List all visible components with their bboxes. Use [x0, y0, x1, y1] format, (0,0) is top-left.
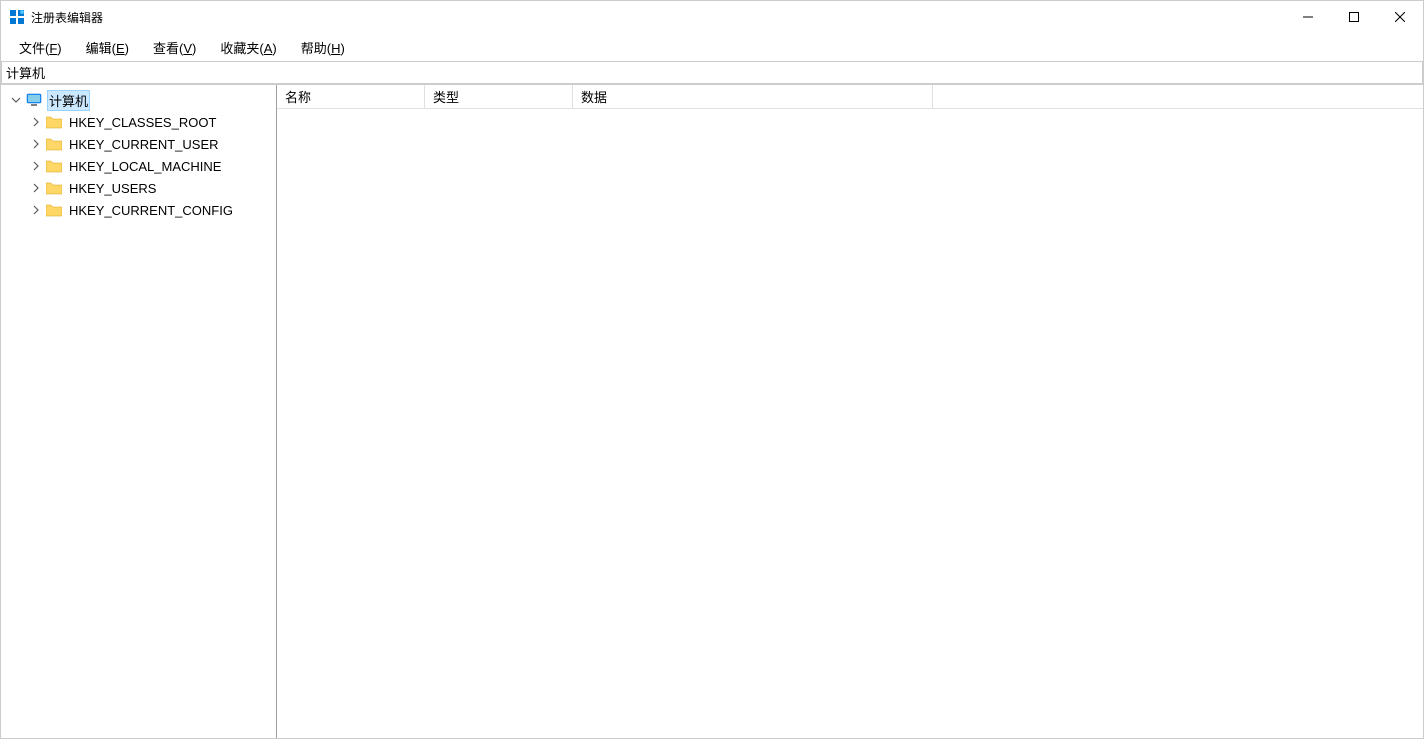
window-title: 注册表编辑器	[31, 9, 1285, 26]
menu-help[interactable]: 帮助(H)	[291, 35, 355, 60]
folder-icon	[45, 114, 63, 130]
menu-view[interactable]: 查看(V)	[143, 35, 206, 60]
chevron-right-icon[interactable]	[29, 181, 43, 195]
column-header-data[interactable]: 数据	[573, 85, 933, 108]
app-icon	[9, 9, 25, 25]
tree-label: HKEY_LOCAL_MACHINE	[67, 159, 223, 174]
tree-node-hklm[interactable]: HKEY_LOCAL_MACHINE	[1, 155, 276, 177]
menu-favorites[interactable]: 收藏夹(A)	[210, 35, 286, 60]
tree-panel[interactable]: 计算机 HKEY_CLASSES_ROOT HKEY_CURRENT_USER	[1, 85, 277, 738]
tree-label: HKEY_CURRENT_CONFIG	[67, 203, 235, 218]
chevron-right-icon[interactable]	[29, 137, 43, 151]
folder-icon	[45, 136, 63, 152]
address-text: 计算机	[6, 63, 45, 82]
list-body[interactable]	[277, 109, 1423, 738]
tree-node-computer[interactable]: 计算机	[1, 89, 276, 111]
folder-icon	[45, 158, 63, 174]
menu-file[interactable]: 文件(F)	[9, 35, 72, 60]
chevron-down-icon[interactable]	[9, 93, 23, 107]
chevron-right-icon[interactable]	[29, 159, 43, 173]
tree-label: HKEY_CURRENT_USER	[67, 137, 221, 152]
window-controls	[1285, 1, 1423, 33]
menu-edit[interactable]: 编辑(E)	[76, 35, 139, 60]
column-header-blank[interactable]	[933, 85, 1423, 108]
tree-node-hkcc[interactable]: HKEY_CURRENT_CONFIG	[1, 199, 276, 221]
menubar: 文件(F) 编辑(E) 查看(V) 收藏夹(A) 帮助(H)	[1, 33, 1423, 61]
tree-node-hku[interactable]: HKEY_USERS	[1, 177, 276, 199]
titlebar: 注册表编辑器	[1, 1, 1423, 33]
maximize-button[interactable]	[1331, 1, 1377, 33]
chevron-right-icon[interactable]	[29, 203, 43, 217]
folder-icon	[45, 180, 63, 196]
tree-node-hkcu[interactable]: HKEY_CURRENT_USER	[1, 133, 276, 155]
folder-icon	[45, 202, 63, 218]
main-area: 计算机 HKEY_CLASSES_ROOT HKEY_CURRENT_USER	[1, 84, 1423, 738]
minimize-button[interactable]	[1285, 1, 1331, 33]
tree-label-computer: 计算机	[47, 90, 90, 111]
column-header-type[interactable]: 类型	[425, 85, 573, 108]
computer-icon	[25, 92, 43, 108]
list-header: 名称 类型 数据	[277, 85, 1423, 109]
close-button[interactable]	[1377, 1, 1423, 33]
column-header-name[interactable]: 名称	[277, 85, 425, 108]
address-bar[interactable]: 计算机	[1, 61, 1423, 84]
list-panel: 名称 类型 数据	[277, 85, 1423, 738]
chevron-right-icon[interactable]	[29, 115, 43, 129]
tree-label: HKEY_USERS	[67, 181, 158, 196]
tree-node-hkcr[interactable]: HKEY_CLASSES_ROOT	[1, 111, 276, 133]
tree-label: HKEY_CLASSES_ROOT	[67, 115, 218, 130]
